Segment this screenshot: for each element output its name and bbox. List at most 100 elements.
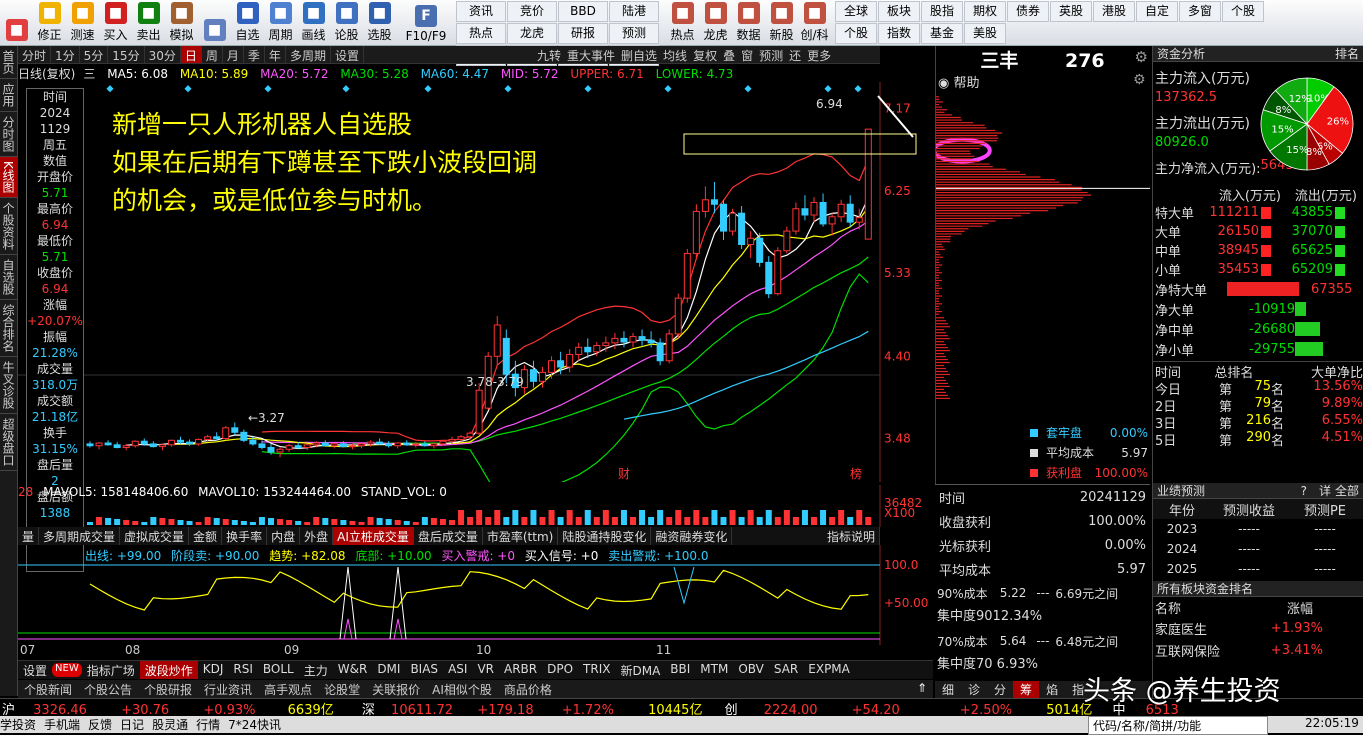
indicator-tab[interactable]: 量: [18, 527, 40, 545]
toolbar-grid-item[interactable]: 基金: [921, 23, 963, 44]
status-link[interactable]: 行情: [196, 718, 220, 732]
news-tab[interactable]: 高手观点: [258, 680, 318, 698]
sector-row[interactable]: 家庭医生 +1.93%: [1153, 617, 1363, 639]
left-nav-item[interactable]: K线图: [0, 157, 18, 198]
indicator-select-tab[interactable]: RSI: [228, 661, 258, 679]
news-tab[interactable]: 个股研报: [138, 680, 198, 698]
indicator-select-tab[interactable]: TRIX: [578, 661, 615, 679]
toolbar-button[interactable]: ■ 买入: [99, 0, 132, 46]
indicator-select-tab[interactable]: 波段炒作: [139, 661, 198, 679]
toolbar-button[interactable]: ■ 热点: [666, 0, 699, 46]
toolbar-grid-item[interactable]: 热点: [456, 23, 506, 44]
toolbar-grid-item[interactable]: 美股: [964, 23, 1006, 44]
chart-function-button[interactable]: 复权: [690, 46, 720, 64]
toolbar-button[interactable]: ■ 修正: [33, 0, 66, 46]
chart-function-button[interactable]: 叠: [720, 46, 738, 64]
indicator-select-tab[interactable]: 新DMA: [615, 661, 665, 679]
indicator-tab[interactable]: 盘后成交量: [414, 527, 483, 545]
period-tab[interactable]: 多周期: [286, 46, 331, 63]
news-tab[interactable]: 个股新闻: [18, 680, 78, 698]
toolbar-grid-item[interactable]: 竞价: [507, 1, 557, 22]
toolbar-grid-item[interactable]: 个股: [835, 23, 877, 44]
indicator-tab[interactable]: 市盈率(ttm): [483, 527, 559, 545]
chip-tab[interactable]: 筹: [1013, 681, 1040, 698]
chart-function-button[interactable]: 删自选: [618, 46, 660, 64]
period-tab[interactable]: 月: [223, 46, 244, 63]
toolbar-grid-item[interactable]: 港股: [1093, 1, 1135, 22]
news-tab[interactable]: AI相似个股: [426, 680, 498, 698]
indicator-select-tab[interactable]: ARBR: [499, 661, 542, 679]
indicator-select-tab[interactable]: OBV: [733, 661, 769, 679]
toolbar-grid-item[interactable]: 多窗: [1179, 1, 1221, 22]
indicator-tab[interactable]: 内盘: [267, 527, 301, 545]
indicator-select-tab[interactable]: ASI: [443, 661, 472, 679]
indicator-select-tab[interactable]: 指标广场: [82, 661, 140, 679]
toolbar-grid-item[interactable]: 板块: [878, 1, 920, 22]
chip-tab[interactable]: 分: [987, 681, 1013, 698]
toolbar-button[interactable]: ■ 龙虎: [699, 0, 732, 46]
period-tab[interactable]: 周: [202, 46, 223, 63]
status-link[interactable]: 学投资: [0, 718, 36, 732]
indicator-select-tab[interactable]: BOLL: [258, 661, 299, 679]
news-tab[interactable]: 论股堂: [318, 680, 366, 698]
indicator-tab[interactable]: 金额: [189, 527, 223, 545]
toolbar-grid-item[interactable]: 指数: [878, 23, 920, 44]
chart-function-button[interactable]: 预测: [756, 46, 786, 64]
chip-tab[interactable]: 焰: [1039, 681, 1065, 698]
toolbar-grid-item[interactable]: 预测: [609, 23, 659, 44]
indicator-select-tab[interactable]: NEW: [52, 663, 82, 677]
period-tab[interactable]: 日: [180, 46, 202, 63]
left-nav-item[interactable]: 分时图: [0, 112, 18, 157]
indicator-select-tab[interactable]: BIAS: [405, 661, 443, 679]
toolbar-button[interactable]: ■ 数据: [732, 0, 765, 46]
indicator-select-tab[interactable]: VR: [472, 661, 499, 679]
chart-function-button[interactable]: 窗: [738, 46, 756, 64]
toolbar-grid-item[interactable]: 个股: [1222, 1, 1264, 22]
indicator-tab[interactable]: 指标说明: [823, 527, 880, 545]
indicator-tab[interactable]: 外盘: [300, 527, 334, 545]
left-nav-item[interactable]: 自选股: [0, 255, 18, 300]
indicator-select-tab[interactable]: KDJ: [198, 661, 229, 679]
left-nav-item[interactable]: 综合排名: [0, 300, 18, 357]
period-tab[interactable]: 设置: [331, 46, 364, 63]
indicator-select-tab[interactable]: 主力: [299, 661, 333, 679]
status-link[interactable]: 7*24快讯: [228, 718, 281, 732]
function-search[interactable]: 代码/名称/简拼/功能: [1088, 716, 1268, 735]
period-tab[interactable]: 季: [244, 46, 265, 63]
chip-settings-icon[interactable]: ⚙: [1133, 72, 1146, 88]
toolbar-grid-item[interactable]: 龙虎: [507, 23, 557, 44]
left-nav-item[interactable]: 牛叉诊股: [0, 357, 18, 414]
news-tab[interactable]: 商品价格: [498, 680, 558, 698]
indicator-select-tab[interactable]: W&R: [333, 661, 373, 679]
toolbar-button[interactable]: ■ 论股: [330, 0, 363, 46]
indicator-select-tab[interactable]: EXPMA: [803, 661, 855, 679]
chart-function-button[interactable]: 均线: [660, 46, 690, 64]
indicator-select-tab[interactable]: MTM: [695, 661, 733, 679]
toolbar-grid-item[interactable]: 期权: [964, 1, 1006, 22]
toolbar-grid-item[interactable]: 债券: [1007, 1, 1049, 22]
sector-row[interactable]: 互联网保险 +3.41%: [1153, 639, 1363, 661]
indicator-tab[interactable]: 虚拟成交量: [120, 527, 190, 545]
indicator-select-tab[interactable]: DMI: [372, 661, 405, 679]
news-tab[interactable]: 个股公告: [78, 680, 138, 698]
toolbar-button[interactable]: ■ 测速: [66, 0, 99, 46]
toolbar-grid-item[interactable]: 研报: [558, 23, 608, 44]
indicator-tab[interactable]: 融资融券变化: [651, 527, 733, 545]
all-button[interactable]: 全部: [1335, 483, 1359, 498]
rank-button[interactable]: 排名: [1335, 46, 1363, 61]
chip-distribution[interactable]: [935, 46, 1150, 484]
toolbar-button[interactable]: ■: [198, 0, 231, 46]
toolbar-button[interactable]: ■ 画线: [297, 0, 330, 46]
period-tab[interactable]: 5分: [80, 46, 109, 63]
indicator-select-tab[interactable]: BBI: [665, 661, 695, 679]
period-tab[interactable]: 1分: [51, 46, 80, 63]
toolbar-button[interactable]: ■ 新股: [765, 0, 798, 46]
indicator-tab[interactable]: 多周期成交量: [39, 527, 121, 545]
status-link[interactable]: 股灵通: [152, 718, 188, 732]
indicator-tab[interactable]: AI立桩成交量: [333, 527, 414, 545]
indicator-select-tab[interactable]: 设置: [18, 661, 52, 679]
left-nav-item[interactable]: 个股资料: [0, 198, 18, 255]
toolbar-grid-item[interactable]: 资讯: [456, 1, 506, 22]
news-tab[interactable]: 关联报价: [366, 680, 426, 698]
toolbar-grid-item[interactable]: 英股: [1050, 1, 1092, 22]
